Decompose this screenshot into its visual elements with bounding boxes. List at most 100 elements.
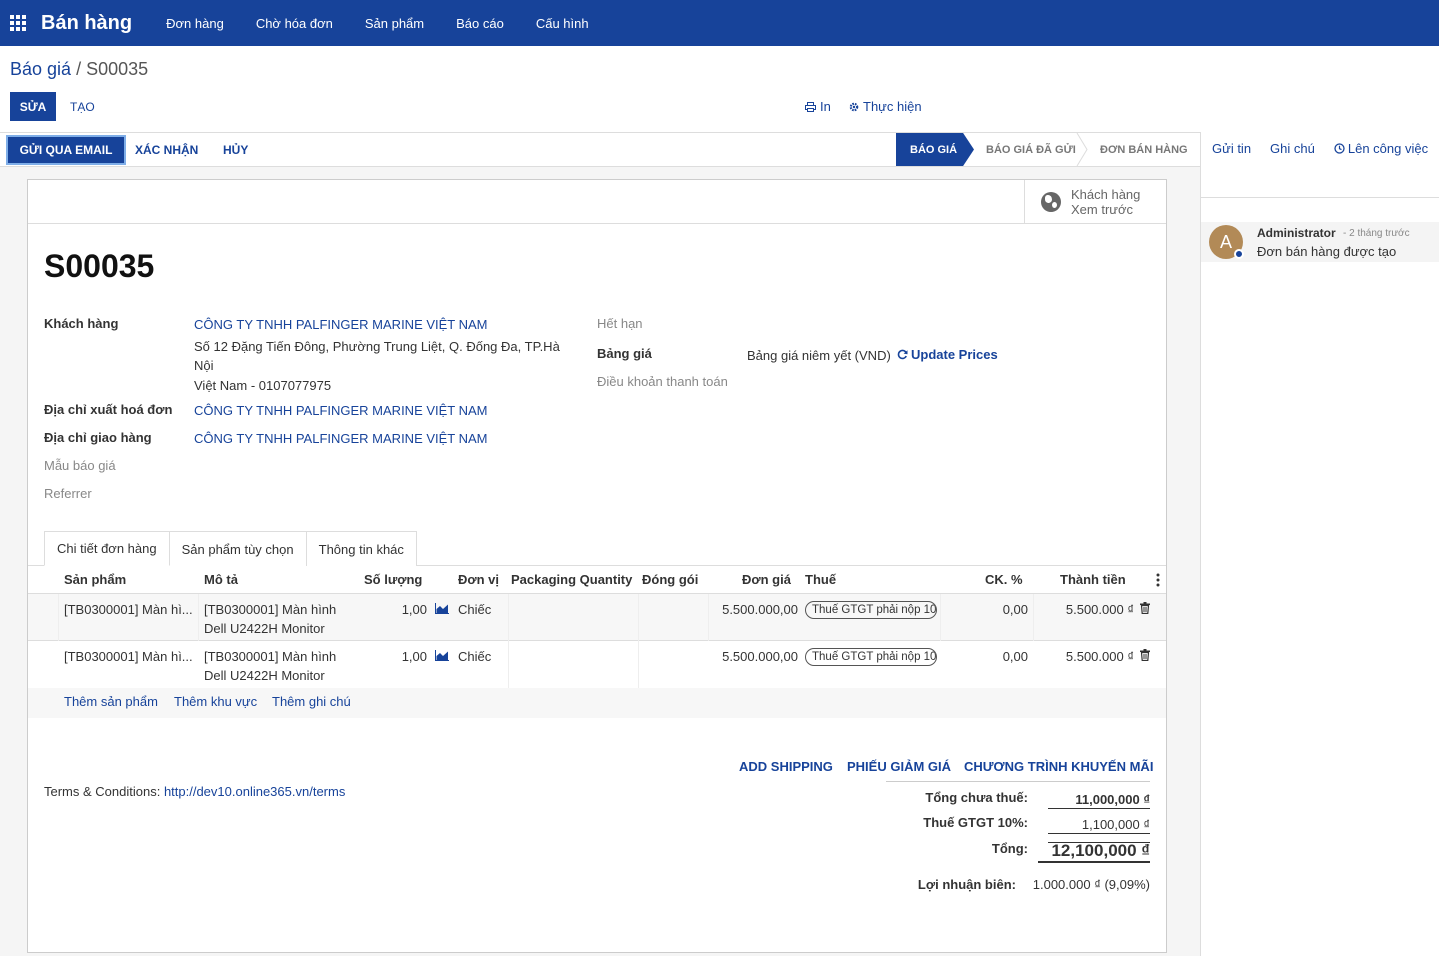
button-box: Khách hàng Xem trước <box>28 180 1166 224</box>
edit-button[interactable]: SỬA <box>10 92 56 121</box>
column-header-quantity[interactable]: Số lượng <box>364 572 422 587</box>
customer-address-line1: Số 12 Đặng Tiến Đông, Phường Trung Liệt,… <box>194 339 560 354</box>
column-header-product[interactable]: Sản phẩm <box>64 572 126 587</box>
margin-label: Lợi nhuận biên: <box>917 877 1016 892</box>
print-menu[interactable]: In <box>805 99 831 114</box>
tab-order-lines[interactable]: Chi tiết đơn hàng <box>44 531 170 566</box>
add-note-link[interactable]: Thêm ghi chú <box>272 694 351 709</box>
forecast-chart-icon[interactable] <box>435 603 449 614</box>
terms-and-conditions: Terms & Conditions: http://dev10.online3… <box>44 784 345 799</box>
column-header-description[interactable]: Mô tả <box>204 572 238 587</box>
pricelist-value[interactable]: Bảng giá niêm yết (VND) <box>747 348 891 363</box>
tab-other-info[interactable]: Thông tin khác <box>305 531 417 566</box>
customer-preview-button[interactable]: Khách hàng Xem trước <box>1024 180 1166 224</box>
stage-quotation[interactable]: BÁO GIÁ <box>896 133 974 166</box>
untaxed-amount-value: 11,000,000 ₫ <box>1048 792 1150 809</box>
menu-orders[interactable]: Đơn hàng <box>150 16 240 31</box>
terms-link[interactable]: http://dev10.online365.vn/terms <box>164 784 345 799</box>
order-title: S00035 <box>44 248 155 284</box>
payment-terms-label: Điều khoản thanh toán <box>597 374 728 389</box>
column-header-taxes[interactable]: Thuế <box>805 572 836 587</box>
cell-description[interactable]: [TB0300001] Màn hình Dell U2422H Monitor <box>204 600 336 638</box>
pricelist-label: Bảng giá <box>597 346 652 361</box>
menu-reporting[interactable]: Báo cáo <box>440 16 520 31</box>
trash-icon[interactable] <box>1140 649 1150 661</box>
chatter-panel: Gửi tin Ghi chú Lên công việc A Administ… <box>1200 132 1439 956</box>
create-button[interactable]: TẠO <box>70 92 95 121</box>
table-row[interactable]: [TB0300001] Màn hì... [TB0300001] Màn hì… <box>28 641 1166 688</box>
tab-optional-products[interactable]: Sản phẩm tùy chọn <box>168 531 307 566</box>
cell-unit-price[interactable]: 5.500.000,00 <box>708 600 798 619</box>
cell-quantity[interactable]: 1,00 <box>383 600 427 619</box>
customer-label: Khách hàng <box>44 316 119 331</box>
add-section-link[interactable]: Thêm khu vực <box>174 694 257 709</box>
shipping-address-label: Địa chỉ giao hàng <box>44 430 152 445</box>
cell-description-line1: [TB0300001] Màn hình <box>204 649 337 664</box>
send-message-button[interactable]: Gửi tin <box>1212 141 1251 156</box>
invoice-address-label: Địa chỉ xuất hoá đơn <box>44 402 173 417</box>
column-header-subtotal[interactable]: Thành tiền <box>1060 572 1126 587</box>
update-prices-label: Update Prices <box>911 347 998 362</box>
customer-preview-label-2: Xem trước <box>1071 202 1134 217</box>
cell-description[interactable]: [TB0300001] Màn hình Dell U2422H Monitor <box>204 647 336 685</box>
coupon-button[interactable]: PHIẾU GIẢM GIÁ <box>847 759 951 774</box>
cell-discount[interactable]: 0,00 <box>978 600 1028 619</box>
column-header-packaging[interactable]: Đóng gói <box>642 572 698 587</box>
print-label: In <box>820 99 831 114</box>
column-header-discount[interactable]: CK. % <box>985 572 1023 587</box>
send-email-button[interactable]: GỬI QUA EMAIL <box>6 135 126 165</box>
column-header-uom[interactable]: Đơn vị <box>458 572 499 587</box>
table-row[interactable]: [TB0300001] Màn hì... [TB0300001] Màn hì… <box>28 594 1166 641</box>
stage-quotation-sent[interactable]: BÁO GIÁ ĐÃ GỬI <box>986 133 1076 166</box>
avatar[interactable]: A <box>1209 225 1244 259</box>
tax-tag[interactable]: Thuế GTGT phải nộp 10% <box>805 601 937 619</box>
column-divider <box>1033 594 1034 641</box>
breadcrumb-parent[interactable]: Báo giá <box>10 59 71 79</box>
cancel-button[interactable]: HỦY <box>223 137 248 163</box>
invoice-address-link[interactable]: CÔNG TY TNHH PALFINGER MARINE VIỆT NAM <box>194 403 488 418</box>
add-shipping-button[interactable]: ADD SHIPPING <box>739 759 833 774</box>
apps-grid-icon[interactable] <box>10 15 26 31</box>
cell-quantity[interactable]: 1,00 <box>383 647 427 666</box>
menu-configuration[interactable]: Cấu hình <box>520 16 605 31</box>
action-menu[interactable]: Thực hiện <box>849 99 922 114</box>
message-author[interactable]: Administrator <box>1257 226 1336 240</box>
add-product-link[interactable]: Thêm sản phẩm <box>64 694 158 709</box>
trash-icon[interactable] <box>1140 602 1150 614</box>
log-note-button[interactable]: Ghi chú <box>1270 141 1315 156</box>
confirm-button[interactable]: XÁC NHẬN <box>135 137 198 163</box>
cell-subtotal: 5.500.000 ₫ <box>1065 602 1134 617</box>
cell-subtotal: 5.500.000 ₫ <box>1065 649 1134 664</box>
menu-products[interactable]: Sản phẩm <box>349 16 440 31</box>
forecast-chart-icon[interactable] <box>435 650 449 661</box>
optional-columns-icon[interactable] <box>1156 573 1160 587</box>
cell-uom[interactable]: Chiếc <box>458 600 491 619</box>
app-brand[interactable]: Bán hàng <box>41 12 132 35</box>
margin-value: 1.000.000 ₫ (9,09%) <box>1032 877 1150 892</box>
cell-product[interactable]: [TB0300001] Màn hì... <box>64 647 193 666</box>
tax-tag[interactable]: Thuế GTGT phải nộp 10% <box>805 648 937 666</box>
stage-sales-order[interactable]: ĐƠN BÁN HÀNG <box>1100 133 1188 166</box>
customer-address-line3: Việt Nam - 0107077975 <box>194 378 332 393</box>
message-body: Đơn bán hàng được tạo <box>1257 244 1397 259</box>
customer-link[interactable]: CÔNG TY TNHH PALFINGER MARINE VIỆT NAM <box>194 317 488 332</box>
update-prices-button[interactable]: Update Prices <box>897 347 998 362</box>
column-divider <box>198 594 199 641</box>
column-header-packaging-quantity[interactable]: Packaging Quantity <box>511 572 632 587</box>
menu-to-invoice[interactable]: Chờ hóa đơn <box>240 16 349 31</box>
cell-unit-price[interactable]: 5.500.000,00 <box>708 647 798 666</box>
promotion-program-button[interactable]: CHƯƠNG TRÌNH KHUYẾN MÃI <box>964 759 1153 774</box>
tax-amount-label: Thuế GTGT 10%: <box>923 815 1028 830</box>
cell-description-line2: Dell U2422H Monitor <box>204 668 325 683</box>
column-header-unit-price[interactable]: Đơn giá <box>742 572 791 587</box>
cell-product[interactable]: [TB0300001] Màn hì... <box>64 600 193 619</box>
globe-icon <box>1041 192 1061 212</box>
cell-discount[interactable]: 0,00 <box>978 647 1028 666</box>
cell-uom[interactable]: Chiếc <box>458 647 491 666</box>
column-divider <box>508 594 509 641</box>
message-date: - 2 tháng trước <box>1343 228 1410 239</box>
notebook-tabs: Chi tiết đơn hàng Sản phẩm tùy chọn Thôn… <box>44 531 417 566</box>
schedule-activity-button[interactable]: Lên công việc <box>1334 141 1428 156</box>
chatter-topbar: Gửi tin Ghi chú Lên công việc <box>1201 132 1439 198</box>
shipping-address-link[interactable]: CÔNG TY TNHH PALFINGER MARINE VIỆT NAM <box>194 431 488 446</box>
